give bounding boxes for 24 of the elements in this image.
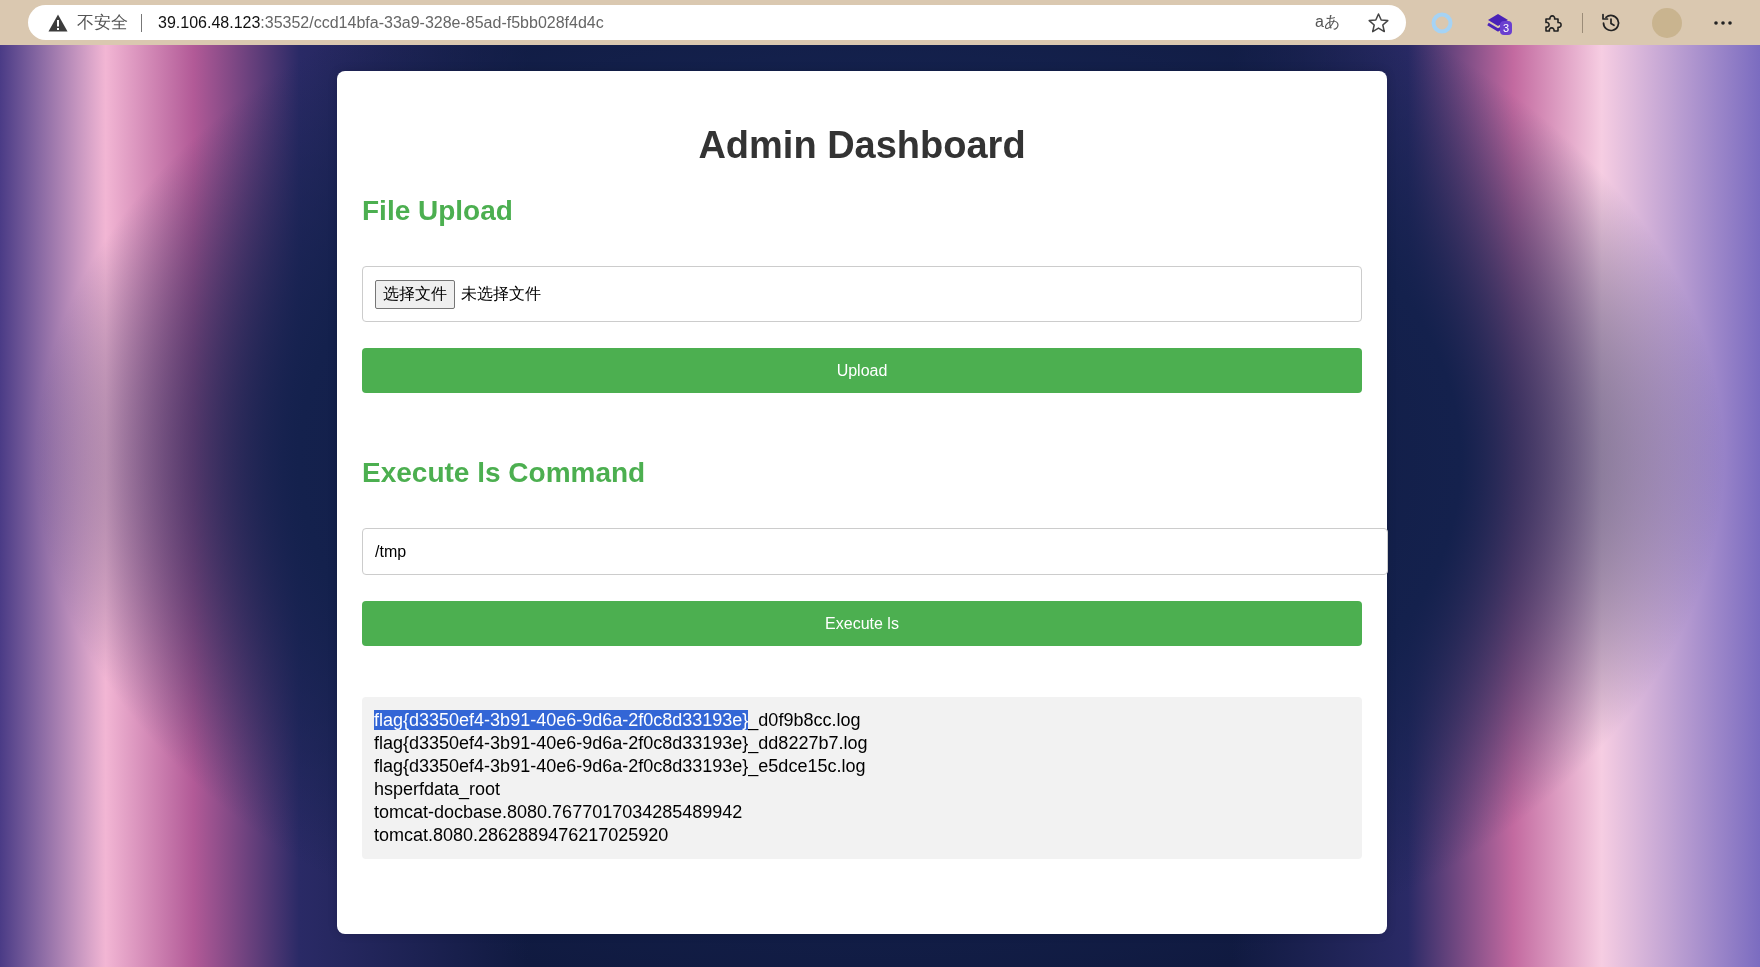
warning-icon bbox=[48, 13, 68, 32]
site-info-button[interactable]: 不安全 bbox=[48, 8, 128, 37]
output-text: tomcat-docbase.8080.7677017034285489942 bbox=[374, 802, 743, 822]
output-text: _d0f9b8cc.log bbox=[748, 710, 861, 730]
choose-file-button[interactable]: 选择文件 bbox=[375, 279, 455, 309]
section-heading: Execute ls Command bbox=[362, 456, 647, 490]
file-input-field[interactable]: 选择文件 未选择文件 bbox=[362, 266, 1362, 322]
star-icon[interactable] bbox=[1368, 12, 1389, 33]
section-heading: File Upload bbox=[362, 194, 514, 228]
puzzle-icon[interactable] bbox=[1544, 12, 1564, 33]
file-status-text: 未选择文件 bbox=[461, 283, 541, 304]
page-title: Admin Dashboard bbox=[697, 123, 1027, 168]
layers-icon[interactable] bbox=[1487, 12, 1509, 33]
output-text: flag{d3350ef4-3b91-40e6-9d6a-2f0c8d33193e}_e5dce15c.log bbox=[374, 756, 866, 776]
address-bar[interactable]: 不安全 39.106.48.123:35352/ccd14bfa-33a9-328e-85ad-f5bb028f4d4c aあ bbox=[28, 5, 1406, 40]
command-input[interactable]: /tmp bbox=[362, 528, 1388, 575]
address-text[interactable]: 39.106.48.123:35352/ccd14bfa-33a9-328e-85ad-f5bb028f4d4c bbox=[158, 13, 604, 32]
clock-icon[interactable] bbox=[1600, 11, 1622, 34]
more-icon[interactable] bbox=[1714, 20, 1732, 25]
output-text: hsperfdata_root bbox=[374, 779, 501, 799]
letters-icon[interactable]: aあ bbox=[1315, 12, 1340, 33]
output-text: tomcat.8080.2862889476217025920 bbox=[374, 825, 669, 845]
count-badge: 3 bbox=[1500, 21, 1513, 35]
output-text: flag{d3350ef4-3b91-40e6-9d6a-2f0c8d33193e}_dd8227b7.log bbox=[374, 733, 868, 753]
